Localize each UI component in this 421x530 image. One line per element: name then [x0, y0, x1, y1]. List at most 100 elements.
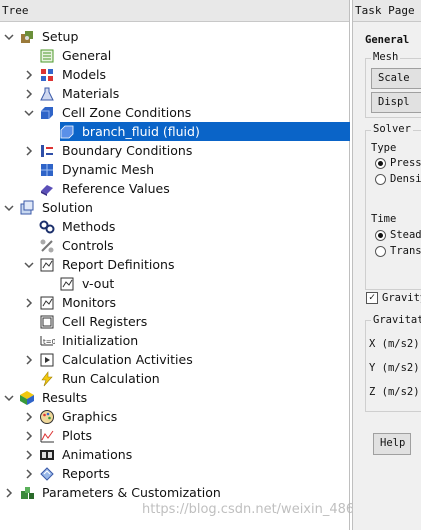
- tree-label-parameters-customization: Parameters & Customization: [42, 485, 221, 500]
- initialization-icon: t=0: [39, 333, 55, 349]
- tree-label-branch-fluid: branch_fluid (fluid): [79, 123, 203, 140]
- tree-item-methods[interactable]: Methods: [22, 217, 118, 236]
- tree-item-calculation-activities[interactable]: Calculation Activities: [22, 350, 196, 369]
- chevron-right-icon[interactable]: [22, 68, 36, 82]
- gravity-group-label: Gravitat: [371, 314, 421, 326]
- tree-label-monitors: Monitors: [62, 295, 117, 310]
- radio-selected-icon: [375, 157, 386, 169]
- tree-label-run-calculation: Run Calculation: [62, 371, 160, 386]
- tree-item-graphics[interactable]: Graphics: [22, 407, 120, 426]
- tree-label-reports: Reports: [62, 466, 110, 481]
- tree-label-methods: Methods: [62, 219, 116, 234]
- methods-icon: [39, 219, 55, 235]
- svg-text:t=0: t=0: [43, 338, 55, 346]
- chevron-right-icon[interactable]: [2, 486, 16, 500]
- animations-icon: [39, 447, 55, 463]
- tree-item-reference-values[interactable]: Reference Values: [22, 179, 173, 198]
- density-based-radio[interactable]: Densi: [375, 173, 421, 185]
- setup-icon: [19, 29, 35, 45]
- monitors-icon: [39, 295, 55, 311]
- tree-label-calculation-activities: Calculation Activities: [62, 352, 193, 367]
- gravity-x-label: X (m/s2): [369, 338, 420, 350]
- gravity-checkbox[interactable]: ✓Gravity: [366, 292, 421, 304]
- run-calculation-icon: [39, 370, 55, 387]
- checkmark-icon: ✓: [366, 292, 378, 304]
- display-button[interactable]: Displ: [371, 92, 421, 113]
- chevron-right-icon[interactable]: [22, 429, 36, 443]
- pressure-based-radio[interactable]: Press: [375, 157, 421, 169]
- general-icon: [39, 48, 55, 64]
- chevron-down-icon[interactable]: [22, 258, 36, 272]
- task-page-body: General Mesh Scale Displ Solver Type Pre…: [357, 28, 421, 528]
- chevron-right-icon[interactable]: [22, 144, 36, 158]
- tree-item-branch-fluid[interactable]: branch_fluid (fluid): [42, 122, 203, 141]
- chevron-down-icon[interactable]: [22, 106, 36, 120]
- tree-label-materials: Materials: [62, 86, 120, 101]
- tree-label-report-definitions: Report Definitions: [62, 257, 175, 272]
- chevron-down-icon[interactable]: [2, 201, 16, 215]
- tree-label-reference-values: Reference Values: [62, 181, 170, 196]
- tree-item-report-definitions[interactable]: Report Definitions: [22, 255, 177, 274]
- models-icon: [39, 67, 55, 83]
- tree-item-dynamic-mesh[interactable]: Dynamic Mesh: [22, 160, 157, 179]
- chevron-right-icon[interactable]: [22, 410, 36, 424]
- tree-label-models: Models: [62, 67, 107, 82]
- steady-radio[interactable]: Stead: [375, 229, 421, 241]
- tree-item-controls[interactable]: Controls: [22, 236, 117, 255]
- tree-item-cell-zone-conditions[interactable]: Cell Zone Conditions: [22, 103, 194, 122]
- chevron-right-icon[interactable]: [22, 87, 36, 101]
- tree-item-reports[interactable]: Reports: [22, 464, 113, 483]
- tree-label-results: Results: [42, 390, 88, 405]
- reference-values-icon: [39, 181, 55, 197]
- tree-label-graphics: Graphics: [62, 409, 118, 424]
- radio-empty-icon: [375, 245, 386, 257]
- chevron-right-icon[interactable]: [22, 353, 36, 367]
- chevron-down-icon[interactable]: [2, 30, 16, 44]
- tree-label-controls: Controls: [62, 238, 114, 253]
- chevron-down-icon[interactable]: [2, 391, 16, 405]
- reports-icon: [39, 466, 55, 482]
- mesh-group-label: Mesh: [371, 51, 401, 63]
- report-item-icon: [59, 276, 75, 292]
- scale-button[interactable]: Scale: [371, 68, 421, 89]
- cell-zone-icon: [39, 105, 55, 121]
- task-page-title: Task Page: [353, 0, 421, 22]
- tree-item-parameters-customization[interactable]: Parameters & Customization: [2, 483, 224, 502]
- tree-item-materials[interactable]: Materials: [22, 84, 122, 103]
- tree-label-plots: Plots: [62, 428, 93, 443]
- parameters-icon: [19, 485, 35, 501]
- tree-item-solution[interactable]: Solution: [2, 198, 96, 217]
- solver-group-label: Solver: [371, 123, 413, 135]
- chevron-right-icon[interactable]: [22, 467, 36, 481]
- tree-item-run-calculation[interactable]: Run Calculation: [22, 369, 163, 388]
- transient-radio[interactable]: Trans: [375, 245, 421, 257]
- tree-item-results[interactable]: Results: [2, 388, 90, 407]
- gravity-y-label: Y (m/s2): [369, 362, 420, 374]
- tree-item-plots[interactable]: Plots: [22, 426, 95, 445]
- task-heading: General: [365, 34, 410, 46]
- tree-item-monitors[interactable]: Monitors: [22, 293, 119, 312]
- results-icon: [19, 390, 35, 406]
- tree-item-cell-registers[interactable]: Cell Registers: [22, 312, 150, 331]
- tree-label-general: General: [62, 48, 112, 63]
- chevron-right-icon[interactable]: [22, 296, 36, 310]
- task-page-panel: Task Page General Mesh Scale Displ Solve…: [352, 0, 421, 530]
- graphics-icon: [39, 409, 55, 425]
- tree-item-animations[interactable]: Animations: [22, 445, 135, 464]
- tree-item-v-out[interactable]: v-out: [42, 274, 117, 293]
- tree-label-initialization: Initialization: [62, 333, 139, 348]
- tree-label-cell-registers: Cell Registers: [62, 314, 148, 329]
- plots-icon: [39, 428, 55, 444]
- tree-item-setup[interactable]: Setup: [2, 27, 81, 46]
- tree-panel-title: Tree: [0, 0, 349, 22]
- tree-item-models[interactable]: Models: [22, 65, 109, 84]
- time-label: Time: [371, 213, 397, 225]
- tree-item-general[interactable]: General: [22, 46, 114, 65]
- tree-item-boundary-conditions[interactable]: Boundary Conditions: [22, 141, 195, 160]
- chevron-right-icon[interactable]: [22, 448, 36, 462]
- tree-label-animations: Animations: [62, 447, 133, 462]
- dynamic-mesh-icon: [39, 162, 55, 178]
- help-button[interactable]: Help: [373, 433, 411, 455]
- tree-item-initialization[interactable]: t=0 Initialization: [22, 331, 141, 350]
- gravity-z-label: Z (m/s2): [369, 386, 420, 398]
